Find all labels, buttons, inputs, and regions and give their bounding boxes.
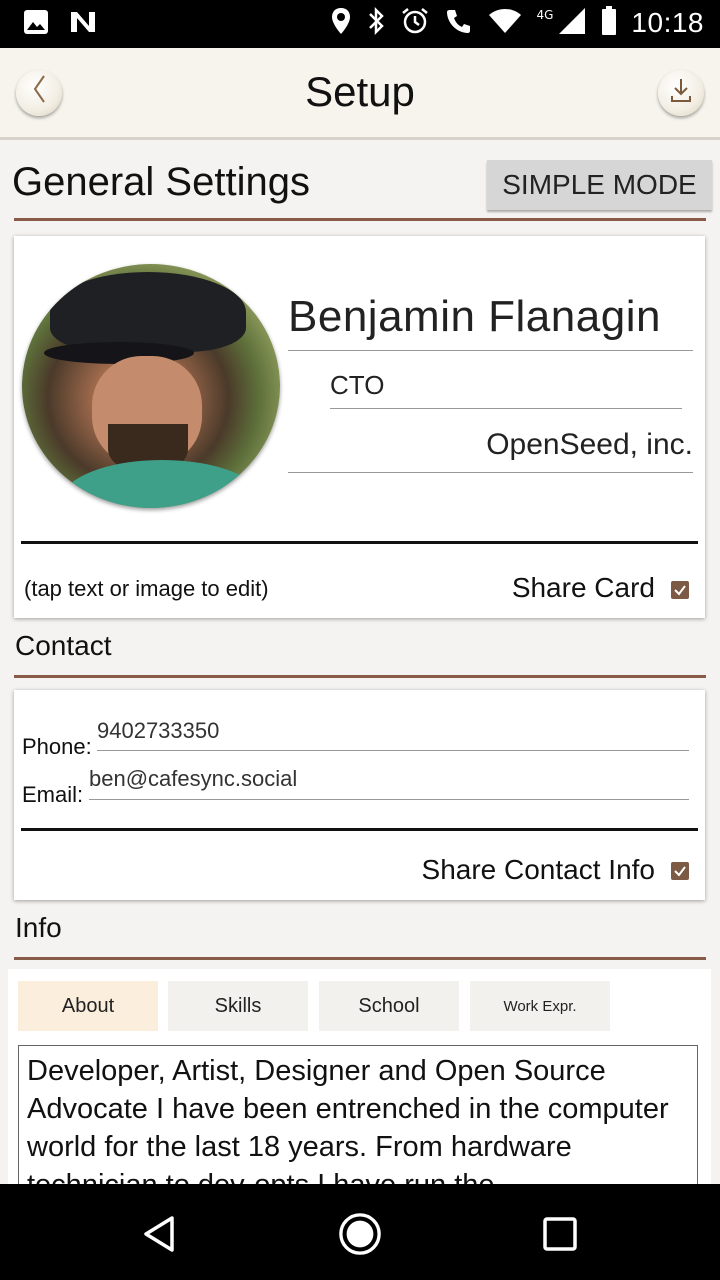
status-bar: 4G 10:18 (0, 0, 720, 48)
battery-icon (601, 6, 617, 40)
info-panel: About Skills School Work Expr. Developer… (8, 969, 711, 1245)
download-button[interactable] (658, 70, 704, 116)
share-card-label[interactable]: Share Card (512, 572, 655, 604)
app-bar: Setup (0, 48, 720, 140)
profile-company[interactable]: OpenSeed, inc. (486, 428, 693, 462)
call-icon (444, 6, 474, 40)
phone-underline (97, 750, 689, 751)
recents-nav-button[interactable] (538, 1212, 582, 1256)
section-divider (14, 218, 706, 221)
network-type: 4G (536, 8, 554, 22)
check-icon (674, 866, 686, 877)
info-divider (14, 957, 706, 960)
email-underline (89, 799, 689, 800)
gallery-icon (22, 8, 50, 40)
company-underline (288, 472, 693, 473)
share-card-checkbox[interactable] (671, 581, 689, 599)
info-section-label: Info (15, 912, 62, 943)
phone-field[interactable]: 9402733350 (97, 718, 219, 744)
home-nav-button[interactable] (338, 1212, 382, 1256)
check-icon (674, 585, 686, 596)
simple-mode-button[interactable]: SIMPLE MODE (487, 160, 712, 210)
card-divider (21, 541, 698, 544)
triangle-back-icon (144, 1216, 174, 1252)
tab-work-experience[interactable]: Work Expr. (470, 981, 610, 1031)
n-icon (68, 8, 98, 40)
home-circle-icon (339, 1213, 381, 1255)
contact-card-divider (21, 828, 698, 831)
profile-name[interactable]: Benjamin Flanagin (288, 292, 661, 342)
avatar[interactable] (22, 264, 280, 508)
bluetooth-icon (366, 6, 386, 40)
edit-hint: (tap text or image to edit) (24, 576, 269, 601)
square-recents-icon (543, 1217, 577, 1251)
general-settings-title: General Settings (12, 160, 310, 204)
contact-section-label: Contact (15, 630, 112, 661)
tab-school[interactable]: School (319, 981, 459, 1031)
tab-about[interactable]: About (18, 981, 158, 1031)
share-contact-checkbox[interactable] (671, 862, 689, 880)
contact-card: Phone: 9402733350 Email: ben@cafesync.so… (14, 690, 705, 900)
status-time: 10:18 (631, 7, 704, 38)
phone-label: Phone: (22, 734, 92, 759)
alarm-icon (400, 6, 430, 40)
title-underline (330, 408, 682, 409)
tab-skills[interactable]: Skills (168, 981, 308, 1031)
profile-card: Benjamin Flanagin CTO OpenSeed, inc. (ta… (14, 236, 705, 618)
download-icon (668, 76, 694, 110)
navigation-bar (0, 1184, 720, 1280)
profile-job-title[interactable]: CTO (330, 370, 384, 401)
email-field[interactable]: ben@cafesync.social (89, 766, 297, 792)
contact-divider (14, 675, 706, 678)
wifi-icon (488, 7, 522, 39)
location-icon (330, 6, 352, 40)
email-label: Email: (22, 782, 84, 807)
signal-icon (557, 6, 587, 40)
back-nav-button[interactable] (138, 1212, 182, 1256)
share-contact-label[interactable]: Share Contact Info (422, 854, 655, 886)
name-underline (288, 350, 693, 351)
page-title: Setup (305, 68, 415, 115)
